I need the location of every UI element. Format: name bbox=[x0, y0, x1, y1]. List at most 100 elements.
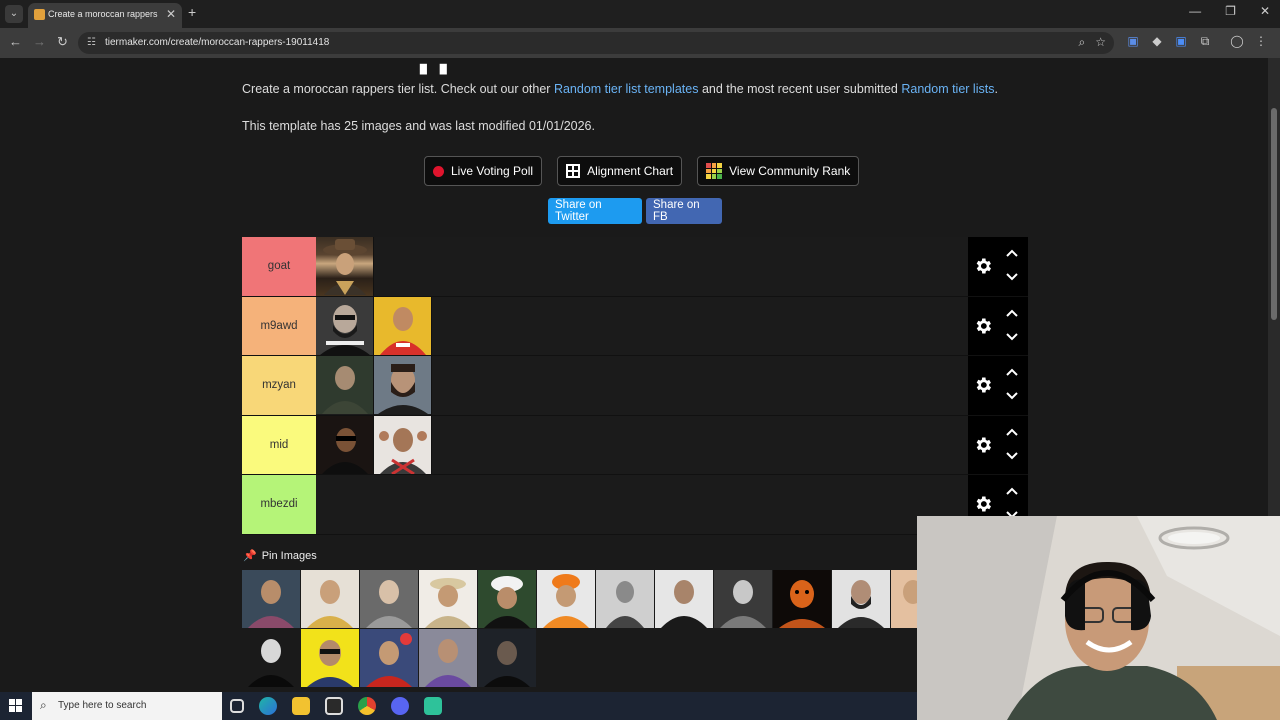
rapper-image[interactable] bbox=[316, 415, 374, 474]
alignment-chart-button[interactable]: Alignment Chart bbox=[557, 156, 683, 186]
edge-browser-icon[interactable] bbox=[259, 697, 277, 715]
view-community-rank-button[interactable]: View Community Rank bbox=[697, 156, 860, 186]
gear-icon[interactable] bbox=[973, 256, 993, 276]
gear-icon[interactable] bbox=[973, 316, 993, 336]
reload-icon[interactable]: ↻ bbox=[57, 34, 68, 50]
pool-image[interactable] bbox=[478, 570, 536, 628]
tier-label-mbezdi[interactable]: mbezdi bbox=[242, 475, 316, 534]
chevron-up-icon[interactable] bbox=[1006, 367, 1018, 379]
rapper-image[interactable] bbox=[316, 356, 374, 415]
pin-images-toggle[interactable]: 📌 Pin Images bbox=[243, 549, 317, 563]
intro-paragraph: Create a moroccan rappers tier list. Che… bbox=[242, 82, 998, 96]
pool-image[interactable] bbox=[242, 629, 300, 687]
pool-image[interactable] bbox=[419, 570, 477, 628]
minimize-button[interactable]: — bbox=[1189, 4, 1201, 18]
tab-search-button[interactable]: ⌄ bbox=[5, 5, 23, 23]
discord-icon[interactable] bbox=[391, 697, 409, 715]
tier-items-mbezdi[interactable] bbox=[316, 475, 968, 534]
window-controls: — ❐ ✕ bbox=[1189, 4, 1270, 18]
chevron-down-icon[interactable] bbox=[1006, 330, 1018, 342]
tier-items-mzyan[interactable] bbox=[316, 356, 968, 415]
browser-tab[interactable]: Create a moroccan rappers Tier ✕ bbox=[28, 3, 182, 28]
tier-row-mid: mid bbox=[242, 415, 1028, 475]
pool-image[interactable] bbox=[537, 570, 595, 628]
pool-image[interactable] bbox=[714, 570, 772, 628]
bookmark-star-icon[interactable]: ☆ bbox=[1095, 35, 1106, 50]
store-icon[interactable] bbox=[325, 697, 343, 715]
pool-image[interactable] bbox=[419, 629, 477, 687]
rapper-image[interactable] bbox=[316, 237, 374, 296]
back-arrow-icon[interactable]: ← bbox=[9, 34, 22, 49]
close-window-button[interactable]: ✕ bbox=[1260, 4, 1270, 18]
pool-image[interactable] bbox=[242, 570, 300, 628]
pool-image[interactable] bbox=[891, 570, 918, 628]
rapper-image[interactable] bbox=[374, 356, 432, 415]
browser-menu-icon[interactable]: ⋮ bbox=[1254, 34, 1268, 49]
random-templates-link[interactable]: Random tier list templates bbox=[554, 82, 699, 96]
chrome-icon[interactable] bbox=[358, 697, 376, 715]
windows-start-icon[interactable] bbox=[9, 699, 22, 712]
extensions-puzzle-icon[interactable]: ⧉ bbox=[1198, 34, 1212, 49]
pool-image[interactable] bbox=[832, 570, 890, 628]
rapper-image[interactable] bbox=[374, 415, 432, 474]
gear-icon[interactable] bbox=[973, 494, 993, 514]
file-explorer-icon[interactable] bbox=[292, 697, 310, 715]
url-text[interactable]: tiermaker.com/create/moroccan-rappers-19… bbox=[105, 37, 329, 48]
search-icon: ⌕ bbox=[40, 698, 47, 712]
tier-label-mid[interactable]: mid bbox=[242, 415, 316, 474]
tier-label-mzyan[interactable]: mzyan bbox=[242, 356, 316, 415]
taskbar-search-box[interactable]: ⌕ Type here to search bbox=[32, 692, 222, 720]
site-info-icon[interactable]: ☷ bbox=[87, 37, 99, 49]
rapper-image[interactable] bbox=[316, 296, 374, 355]
chevron-up-icon[interactable] bbox=[1006, 308, 1018, 320]
tier-controls-goat bbox=[968, 237, 1028, 296]
pool-image[interactable] bbox=[596, 570, 654, 628]
zoom-icon[interactable]: ⌕ bbox=[1079, 35, 1086, 50]
translate-extension-icon[interactable]: ▣ bbox=[1126, 34, 1140, 49]
tier-row-mbezdi: mbezdi bbox=[242, 475, 1028, 535]
pool-image[interactable] bbox=[773, 570, 831, 628]
chevron-up-icon[interactable] bbox=[1006, 486, 1018, 498]
tier-controls-mzyan bbox=[968, 356, 1028, 415]
rapper-image[interactable] bbox=[374, 296, 432, 355]
chevron-down-icon[interactable] bbox=[1006, 270, 1018, 282]
gear-icon[interactable] bbox=[973, 375, 993, 395]
pool-image[interactable] bbox=[478, 629, 536, 687]
tier-items-goat[interactable] bbox=[316, 237, 968, 296]
app-icon[interactable] bbox=[424, 697, 442, 715]
taskbar-search-placeholder: Type here to search bbox=[58, 700, 147, 711]
gear-icon[interactable] bbox=[973, 435, 993, 455]
pool-image[interactable] bbox=[301, 629, 359, 687]
pool-image[interactable] bbox=[360, 570, 418, 628]
tier-items-m9awd[interactable] bbox=[316, 296, 968, 355]
tier-label-goat[interactable]: goat bbox=[242, 237, 316, 296]
share-fb-button[interactable]: Share on FB bbox=[646, 198, 722, 224]
tier-items-mid[interactable] bbox=[316, 415, 968, 474]
address-bar[interactable]: ☷ tiermaker.com/create/moroccan-rappers-… bbox=[78, 32, 1114, 54]
tier-controls-mid bbox=[968, 415, 1028, 474]
tier-label-m9awd[interactable]: m9awd bbox=[242, 296, 316, 355]
pin-images-label: Pin Images bbox=[261, 549, 317, 562]
restore-button[interactable]: ❐ bbox=[1225, 4, 1236, 18]
webcam-video-frame bbox=[917, 516, 1280, 720]
task-view-icon[interactable] bbox=[230, 699, 244, 713]
forward-arrow-icon[interactable]: → bbox=[33, 34, 46, 49]
intro-text: Create a moroccan rappers tier list. Che… bbox=[242, 82, 554, 96]
live-voting-poll-button[interactable]: Live Voting Poll bbox=[424, 156, 543, 186]
random-tier-lists-link[interactable]: Random tier lists bbox=[901, 82, 994, 96]
chevron-down-icon[interactable] bbox=[1006, 449, 1018, 461]
profile-icon[interactable]: ◯ bbox=[1230, 34, 1244, 49]
scroll-thumb[interactable] bbox=[1271, 108, 1277, 320]
new-tab-button[interactable]: + bbox=[188, 4, 196, 20]
chevron-down-icon[interactable] bbox=[1006, 389, 1018, 401]
extension-diamond-icon[interactable]: ◆ bbox=[1150, 34, 1164, 49]
share-twitter-button[interactable]: Share on Twitter bbox=[548, 198, 642, 224]
pool-image[interactable] bbox=[655, 570, 713, 628]
tab-close-icon[interactable]: ✕ bbox=[166, 7, 176, 21]
chevron-up-icon[interactable] bbox=[1006, 248, 1018, 260]
chevron-up-icon[interactable] bbox=[1006, 427, 1018, 439]
tab-title: Create a moroccan rappers Tier bbox=[48, 9, 160, 19]
extension-blue-icon[interactable]: ▣ bbox=[1174, 34, 1188, 49]
pool-image[interactable] bbox=[301, 570, 359, 628]
pool-image[interactable] bbox=[360, 629, 418, 687]
